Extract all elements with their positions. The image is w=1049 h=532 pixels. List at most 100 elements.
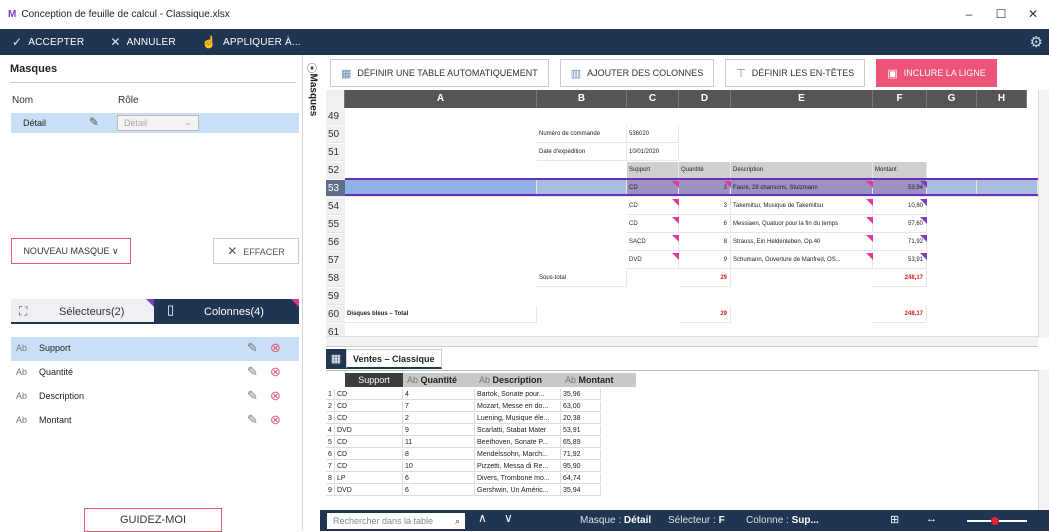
minimize-button[interactable]: – [953,0,985,29]
row-header[interactable]: 58 [326,270,345,287]
preview-scrollbar[interactable] [1038,370,1049,510]
cell[interactable]: 10/01/2020 [627,144,679,161]
cell[interactable]: Montant [873,162,927,179]
add-columns-button[interactable]: ▥ AJOUTER DES COLONNES [559,59,715,87]
include-row-button[interactable]: ▣ INCLURE LA LIGNE [876,59,997,87]
cell[interactable]: Disques bleus – Total [345,306,537,323]
edit-icon[interactable]: ✎ [89,115,99,129]
guide-me-button[interactable]: GUIDEZ-MOI [84,508,222,532]
table-row[interactable]: 9 DVD 6 Gershwin, Un Améric... 35,94 [326,485,636,496]
list-item[interactable]: Ab Montant ✎ ⊗ [11,409,299,433]
cell[interactable]: Faure, 28 chansons, Stulzmann [731,180,873,197]
cell[interactable]: 3 [679,198,731,215]
list-item[interactable]: Ab Description ✎ ⊗ [11,385,299,409]
edit-icon[interactable]: ✎ [247,364,258,380]
gear-icon[interactable]: ⚙ [1030,33,1043,51]
cell[interactable] [927,180,977,197]
cell[interactable]: 248,17 [873,270,927,287]
tab-selectors[interactable]: ⛶ Sélecteurs(2) [11,299,154,324]
cell[interactable]: Takemitsu, Musique de Takemitsu [731,198,873,215]
chevron-down-icon[interactable]: ∨ [504,511,513,525]
cell[interactable]: 29 [679,270,731,287]
search-icon[interactable]: ⌕ [455,513,460,529]
edit-icon[interactable]: ✎ [247,388,258,404]
role-select[interactable]: Détail ⌄ [117,115,199,131]
row-header[interactable]: 52 [326,162,345,179]
tab-columns[interactable]: ▯ Colonnes(4) [154,299,299,324]
row-header-active[interactable]: 53 [326,180,345,197]
column-header[interactable]: E [731,90,873,108]
remove-icon[interactable]: ⊗ [270,364,281,380]
preview-header[interactable]: Ab Montant [561,373,636,387]
apply-to-button[interactable]: ☝ APPLIQUER À... [202,35,301,49]
sheet-tab[interactable]: Ventes – Classique [346,349,442,369]
cell[interactable]: 536020 [627,126,679,143]
cell[interactable]: Description [731,162,873,179]
cell[interactable]: Quantité [679,162,731,179]
row-header[interactable]: 60 [326,306,345,323]
cell[interactable]: Sous-total [537,270,627,287]
preview-header[interactable]: Ab Quantité [403,373,475,387]
chevron-up-icon[interactable]: ∧ [478,511,487,525]
maximize-button[interactable]: ☐ [985,0,1017,29]
cell[interactable]: 53,91 [873,252,927,269]
preview-header[interactable]: Ab Description [475,373,561,387]
table-row[interactable]: 7 CD 10 Pizzetti, Messa di Re... 95,90 [326,461,636,472]
define-headers-button[interactable]: ⊤ DÉFINIR LES EN-TÊTES [725,59,866,87]
cell[interactable]: 9 [679,252,731,269]
row-header[interactable]: 56 [326,234,345,251]
auto-table-button[interactable]: ▦ DÉFINIR UNE TABLE AUTOMATIQUEMENT [330,59,549,87]
remove-icon[interactable]: ⊗ [270,340,281,356]
close-button[interactable]: ✕ [1017,0,1049,29]
spreadsheet-grid[interactable]: A B C D E F G H 49 50 51 52 53 54 55 56 … [326,90,1038,338]
row-header[interactable]: 55 [326,216,345,233]
edit-icon[interactable]: ✎ [247,412,258,428]
cell[interactable]: Schumann, Ouverture de Manfred, OS... [731,252,873,269]
search-input[interactable]: Rechercher dans la table ⌕ [327,513,465,529]
column-header[interactable]: A [345,90,537,108]
new-mask-button[interactable]: NOUVEAU MASQUE ∨ [11,238,131,264]
table-row[interactable]: 3 CD 2 Luening, Musique éle... 20,38 [326,413,636,424]
column-header[interactable]: C [627,90,679,108]
fit-width-icon[interactable]: ↔ [926,513,937,525]
cancel-button[interactable]: ✕ ANNULER [110,35,175,49]
accept-button[interactable]: ✓ ACCEPTER [12,35,84,49]
table-row[interactable]: 6 CD 8 Mendelssohn, March... 71,92 [326,449,636,460]
remove-icon[interactable]: ⊗ [270,412,281,428]
table-row[interactable]: 5 CD 11 Beethoven, Sonate P... 65,89 [326,437,636,448]
cell[interactable] [537,180,627,197]
preview-table[interactable]: Support Ab Quantité Ab Description Ab Mo… [326,370,1038,510]
table-row[interactable]: 8 LP 6 Divers, Trombone mo... 64,74 [326,473,636,484]
row-header[interactable]: 57 [326,252,345,269]
row-header[interactable]: 54 [326,198,345,215]
sheet-icon[interactable]: ▦ [326,349,346,369]
cell[interactable]: 57,60 [873,216,927,233]
cell[interactable]: Support [627,162,679,179]
cell[interactable]: Strauss, Ein Heldenleben, Op.40 [731,234,873,251]
edit-icon[interactable]: ✎ [247,340,258,356]
cell[interactable]: 8 [679,234,731,251]
zoom-slider[interactable] [967,517,1027,525]
column-header[interactable]: G [927,90,977,108]
cell[interactable]: 71,92 [873,234,927,251]
cell[interactable] [977,180,1038,197]
table-row[interactable]: 2 CD 7 Mozart, Messe en do... 63,00 [326,401,636,412]
clear-button[interactable]: ✕ EFFACER [213,238,299,264]
list-item[interactable]: Ab Quantité ✎ ⊗ [11,361,299,385]
row-header[interactable]: 50 [326,126,345,143]
masks-collapse-strip[interactable]: ⦿ Masques [304,55,320,355]
cell[interactable]: 29 [679,306,731,323]
column-header[interactable]: D [679,90,731,108]
table-row[interactable]: 1 CD 4 Bartok, Sonate pour... 35,96 [326,389,636,400]
column-header[interactable]: B [537,90,627,108]
list-item[interactable]: Ab Support ✎ ⊗ [11,337,299,361]
excel-icon[interactable]: ⊞ [890,513,899,526]
mask-row[interactable]: Détail ✎ Détail ⌄ [11,113,299,133]
cell[interactable]: 10,80 [873,198,927,215]
preview-header[interactable]: Support [345,373,403,387]
cell[interactable]: 248,17 [873,306,927,323]
vertical-scrollbar[interactable] [1038,90,1049,338]
row-header[interactable]: 51 [326,144,345,161]
row-header[interactable]: 59 [326,288,345,305]
cell[interactable]: Numéro de commande [537,126,627,143]
